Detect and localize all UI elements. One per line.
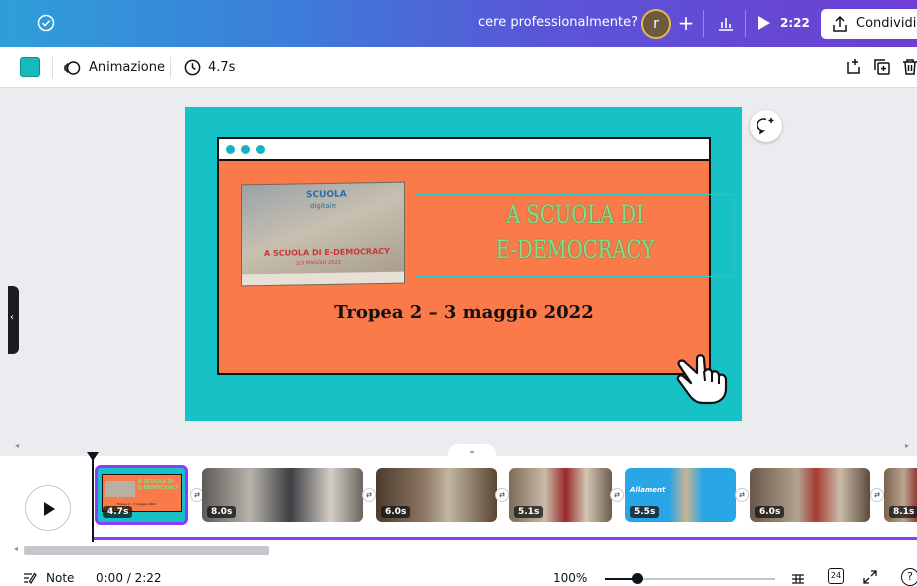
timeline-scroll-thumb[interactable]: [24, 546, 269, 555]
photo-subtitle: digitale: [310, 201, 337, 211]
timeline-play-button[interactable]: [25, 485, 71, 531]
event-banner-photo[interactable]: SCUOLA digitale A SCUOLA DI E-DEMOCRACY …: [241, 181, 405, 287]
clip-thumb-headline: A SCUOLA DI E-DEMOCRACY: [138, 479, 179, 491]
present-play-button[interactable]: 2:22: [755, 13, 813, 35]
clip-duration-badge: 8.1s: [889, 506, 917, 518]
transition-button[interactable]: ⇄: [735, 488, 749, 502]
slide-canvas[interactable]: SCUOLA digitale A SCUOLA DI E-DEMOCRACY …: [185, 107, 742, 421]
photo-footer-strip: [242, 271, 404, 286]
notes-button[interactable]: Note: [46, 571, 74, 585]
play-icon: [44, 502, 55, 516]
chevron-left-icon: ‹: [10, 312, 14, 323]
topbar-divider: [703, 10, 704, 37]
timeline-scrollbar[interactable]: ◂: [0, 543, 917, 557]
timeline-clip[interactable]: 8.1s: [884, 468, 917, 522]
clip-duration-badge: 8.0s: [207, 506, 237, 518]
comment-plus-icon: [757, 118, 774, 135]
scroll-right-arrow[interactable]: ▸: [905, 441, 909, 450]
zoom-level[interactable]: 100%: [553, 571, 587, 585]
audio-track-line[interactable]: [92, 537, 917, 540]
notes-icon[interactable]: [23, 571, 37, 585]
topbar-divider: [745, 10, 746, 37]
timeline-clip[interactable]: 8.0s: [202, 468, 363, 522]
status-footer: Note 0:00 / 2:22 100% 24 ?: [0, 566, 917, 586]
page-duration-button[interactable]: 4.7s: [208, 60, 235, 75]
playhead[interactable]: [92, 456, 94, 542]
add-comment-button[interactable]: [750, 110, 782, 142]
clip-duration-badge: 5.1s: [514, 506, 544, 518]
transition-button[interactable]: ⇄: [495, 488, 509, 502]
clip-thumb-label: Allament: [630, 486, 666, 494]
clip-duration-badge: 6.0s: [381, 506, 411, 518]
top-bar: cere professionalmente? r + 2:22 Condivi…: [0, 0, 917, 47]
timeline-clip[interactable]: A SCUOLA DI E-DEMOCRACY Tropea 2 – 3 mag…: [95, 465, 188, 525]
topbar-question-text[interactable]: cere professionalmente?: [478, 15, 638, 30]
timeline-clip[interactable]: 6.0s: [750, 468, 870, 522]
clip-duration-badge: 6.0s: [755, 506, 785, 518]
page-count-badge[interactable]: 24: [828, 568, 844, 584]
timeline-clip[interactable]: Allament 5.5s: [625, 468, 736, 522]
browser-dot: [226, 145, 235, 154]
clip-duration-badge: 5.5s: [630, 506, 660, 518]
toolbar-divider: [52, 57, 53, 78]
photo-title: SCUOLA: [306, 189, 347, 201]
playhead-handle[interactable]: [87, 452, 99, 461]
side-panel-toggle[interactable]: ‹: [8, 286, 19, 354]
add-page-icon[interactable]: [845, 58, 863, 76]
photo-main-text: A SCUOLA DI E-DEMOCRACY: [264, 246, 390, 259]
duplicate-page-icon[interactable]: [873, 58, 891, 76]
playback-time: 0:00 / 2:22: [96, 571, 162, 585]
pointing-hand-icon[interactable]: [675, 351, 731, 405]
user-avatar[interactable]: r: [641, 9, 671, 39]
toolbar-divider: [170, 57, 171, 78]
clip-thumb-photo: [105, 481, 135, 497]
scroll-left-arrow[interactable]: ◂: [14, 544, 18, 553]
insights-chart-icon[interactable]: [716, 13, 736, 33]
date-location-text[interactable]: Tropea 2 – 3 maggio 2022: [219, 302, 709, 323]
browser-frame-bar: [219, 139, 709, 161]
fullscreen-icon[interactable]: [862, 569, 878, 585]
headline-line-1: A SCUOLA DI: [506, 200, 644, 229]
timeline-clip[interactable]: 6.0s: [376, 468, 497, 522]
upload-icon: [833, 15, 847, 32]
zoom-slider-handle[interactable]: [631, 573, 643, 584]
browser-dot: [256, 145, 265, 154]
animation-button[interactable]: Animazione: [89, 60, 165, 75]
play-icon: [758, 16, 770, 30]
animation-icon[interactable]: [62, 58, 82, 78]
browser-frame-graphic[interactable]: SCUOLA digitale A SCUOLA DI E-DEMOCRACY …: [217, 137, 735, 375]
color-swatch-button[interactable]: [20, 57, 40, 77]
help-button[interactable]: ?: [901, 568, 917, 586]
present-duration: 2:22: [780, 16, 810, 30]
transition-button[interactable]: ⇄: [870, 488, 884, 502]
headline-text: A SCUOLA DI E-DEMOCRACY: [451, 197, 699, 267]
share-button[interactable]: Condividi: [821, 9, 917, 39]
editor-toolbar: Animazione 4.7s: [0, 47, 917, 88]
headline-line-2: E-DEMOCRACY: [495, 235, 655, 264]
delete-page-icon[interactable]: [901, 58, 917, 76]
headline-textbox[interactable]: A SCUOLA DI E-DEMOCRACY: [415, 194, 735, 277]
cloud-saved-icon[interactable]: [36, 13, 56, 33]
clip-duration-badge: 4.7s: [103, 506, 133, 518]
clock-icon[interactable]: [183, 58, 202, 77]
timeline-clip[interactable]: 5.1s: [509, 468, 612, 522]
transition-button[interactable]: ⇄: [362, 488, 376, 502]
browser-dot: [241, 145, 250, 154]
share-label: Condividi: [856, 16, 917, 31]
add-collaborator-button[interactable]: +: [677, 11, 695, 35]
transition-button[interactable]: ⇄: [610, 488, 624, 502]
scroll-left-arrow[interactable]: ◂: [15, 441, 19, 450]
photo-date: 2/3 MAGGIO 2022: [296, 259, 341, 267]
grid-view-icon[interactable]: [790, 569, 806, 585]
